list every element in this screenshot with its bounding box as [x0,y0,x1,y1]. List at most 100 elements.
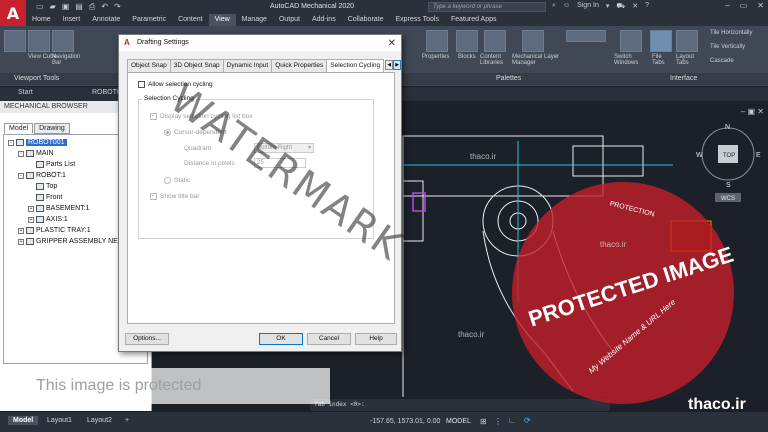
close-icon[interactable]: ✕ [388,36,396,52]
redo-icon[interactable]: ↷ [114,2,121,12]
grid-icon[interactable]: ⊞ [480,417,487,426]
tile-horizontally-label[interactable]: Tile Horizontally [710,30,752,36]
tab-3d-object-snap[interactable]: 3D Object Snap [169,59,224,72]
display-list-box-checkbox[interactable]: ✓ Display selection cycling list box [150,113,252,120]
options-button[interactable]: Options... [125,333,169,345]
ok-button[interactable]: OK [259,333,303,345]
tree-node[interactable]: + AXIS:1 [28,216,68,223]
ortho-icon[interactable]: ∟ [508,416,516,425]
show-title-bar-checkbox[interactable]: ✓ Show title bar [150,193,199,200]
allow-selection-cycling-checkbox[interactable]: Allow selection cycling [138,81,213,88]
sign-in-link[interactable]: Sign In [577,2,599,11]
properties-button[interactable] [426,30,448,52]
binoculars-icon[interactable]: ⌕ [552,2,556,11]
file-tabs-button[interactable] [650,30,672,52]
tab-quick-properties[interactable]: Quick Properties [271,59,328,72]
panel-viewport-tools[interactable]: Viewport Tools [14,75,59,82]
tree-node[interactable]: - MAIN [18,150,54,157]
tree-node[interactable]: - ROBOT:1 [18,172,66,179]
undo-icon[interactable]: ↶ [101,2,108,12]
tab-selection-cycling[interactable]: Selection Cycling [326,59,385,72]
tab-manage[interactable]: Manage [236,14,273,26]
tree-collapse-icon[interactable]: - [18,172,24,179]
save-icon[interactable]: ▣ [62,2,70,12]
save-as-icon[interactable]: ▤ [75,2,83,12]
tree-node[interactable]: - ROBOT001 [8,139,67,146]
tab-view[interactable]: View [208,14,236,26]
layout-tab-layout1[interactable]: Layout1 [42,416,77,425]
print-icon[interactable]: ⎙ [89,2,95,12]
tab-home[interactable]: Home [26,14,57,26]
tab-content[interactable]: Content [172,14,209,26]
tab-add-ins[interactable]: Add-ins [306,14,342,26]
tree-node[interactable]: Front [36,194,62,201]
checkbox-box[interactable]: ✓ [150,193,157,200]
add-layout-icon[interactable]: + [120,416,134,425]
viewport-maximize-icon[interactable]: ▣ [748,107,756,116]
maximize-icon[interactable]: ▭ [740,1,748,10]
checkbox-box[interactable]: ✓ [150,113,157,120]
open-file-icon[interactable]: ▰ [50,2,56,12]
layout-tab-layout2[interactable]: Layout2 [82,416,117,425]
tree-expand-icon[interactable]: + [28,216,34,223]
tab-collaborate[interactable]: Collaborate [342,14,390,26]
tree-expand-icon[interactable]: + [18,227,24,234]
tree-collapse-icon[interactable]: - [18,150,24,157]
tree-node[interactable]: Top [36,183,57,190]
tab-insert[interactable]: Insert [57,14,87,26]
tree-node[interactable]: + BASEMENT:1 [28,205,90,212]
tree-node[interactable]: + PLASTIC TRAY:1 [18,227,91,234]
search-input[interactable]: Type a keyword or phrase [428,2,546,12]
navigation-bar-button[interactable] [52,30,74,52]
minimize-icon[interactable]: – [725,1,729,10]
radio-circle[interactable] [164,177,171,184]
snap-icon[interactable]: ⋮ [494,417,502,426]
tree-node[interactable]: Parts List [36,161,75,168]
new-file-icon[interactable]: ▭ [36,2,44,12]
cascade-label[interactable]: Cascade [710,58,734,64]
viewport-minimize-icon[interactable]: – [741,107,745,116]
quadrant-select[interactable]: Bottom-Right [254,143,314,153]
tile-vertically-label[interactable]: Tile Vertically [710,44,745,50]
cart-icon[interactable]: ⛟ [616,2,625,11]
help-icon[interactable]: ? [645,2,649,11]
user-icon[interactable]: ☺ [563,2,570,11]
blocks-button[interactable] [456,30,478,52]
autocad-logo[interactable]: A [0,0,26,26]
static-radio[interactable]: Static [164,177,190,184]
browser-tab-drawing[interactable]: Drawing [34,123,70,134]
command-line[interactable]: Tab index <0>: [310,399,610,411]
layout-tabs-button[interactable] [676,30,698,52]
distance-input[interactable]: 25 [254,158,306,168]
tree-expand-icon[interactable]: + [28,205,34,212]
content-libraries-button[interactable] [484,30,506,52]
panel-interface[interactable]: Interface [670,75,697,82]
chevron-down-icon[interactable]: ▾ [606,2,610,11]
tree-expand-icon[interactable]: + [18,238,24,245]
view-cube-button[interactable] [28,30,50,52]
radio-circle[interactable] [164,129,171,136]
switch-windows-button[interactable] [620,30,642,52]
tab-featured-apps[interactable]: Featured Apps [445,14,503,26]
cursor-dependent-radio[interactable]: Cursor-dependent [164,129,226,136]
tree-collapse-icon[interactable]: - [8,139,14,146]
browser-tab-model[interactable]: Model [4,123,34,134]
palette-grid-button[interactable] [566,30,606,42]
cancel-button[interactable]: Cancel [307,333,351,345]
tab-express-tools[interactable]: Express Tools [390,14,445,26]
scroll-right-icon[interactable]: ▶ [393,60,402,70]
tab-object-snap[interactable]: Object Snap [127,59,171,72]
checkbox-box[interactable] [138,81,145,88]
viewport-close-icon[interactable]: ✕ [757,107,764,116]
scroll-left-icon[interactable]: ◀ [385,60,394,70]
ucs-icon[interactable] [4,30,26,52]
tab-parametric[interactable]: Parametric [126,14,172,26]
exchange-icon[interactable]: ✕ [632,2,638,11]
start-tab[interactable]: Start [18,89,33,96]
help-button[interactable]: Help [355,333,397,345]
polar-icon[interactable]: ⟳ [524,416,531,425]
model-space-toggle[interactable]: MODEL [446,418,471,425]
tab-output[interactable]: Output [273,14,306,26]
tab-dynamic-input[interactable]: Dynamic Input [222,59,273,72]
mechanical-layer-manager-button[interactable] [522,30,544,52]
